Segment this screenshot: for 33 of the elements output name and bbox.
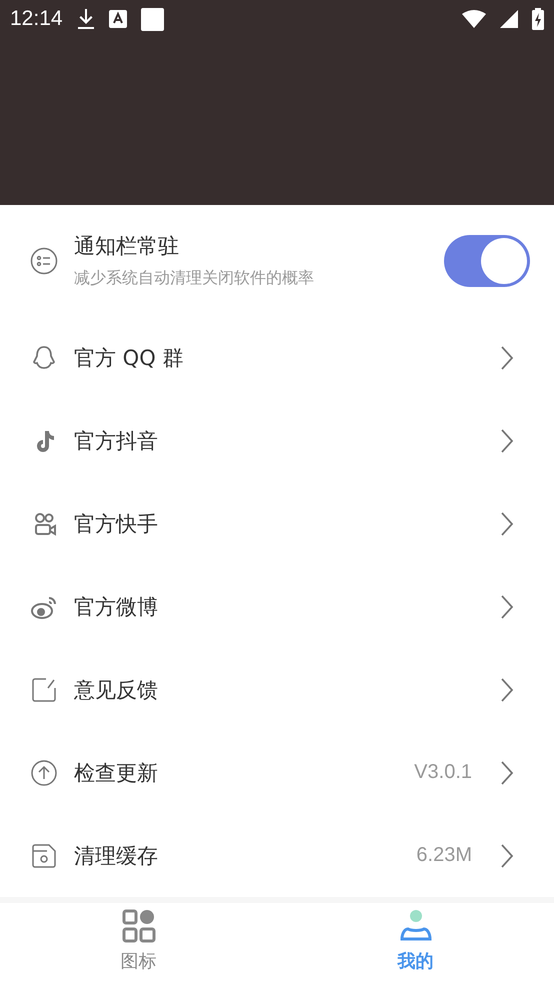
chevron-right-icon xyxy=(500,428,514,454)
menu-value: 6.23M xyxy=(416,844,472,868)
menu-item[interactable]: 意见反馈 xyxy=(74,676,484,704)
storage-icon xyxy=(30,842,58,870)
menu-item[interactable]: 官方 QQ 群 xyxy=(74,344,484,372)
list-icon xyxy=(30,246,58,275)
penguin-icon xyxy=(30,344,58,372)
download-icon xyxy=(76,8,95,30)
signal-icon xyxy=(500,10,518,28)
nav-tab[interactable]: 图标 xyxy=(0,903,277,984)
wifi-icon xyxy=(462,10,486,28)
menu-item[interactable]: 检查更新 xyxy=(74,758,398,787)
upload-icon xyxy=(30,758,58,787)
chevron-right-icon xyxy=(500,760,514,786)
edit-icon xyxy=(30,676,58,704)
grid-icon xyxy=(122,909,156,944)
chevron-right-icon xyxy=(500,594,514,620)
setting-description: 减少系统自动清理关闭软件的概率 xyxy=(74,268,315,290)
setting-title: 通知栏常驻 xyxy=(74,233,180,260)
chevron-right-icon xyxy=(500,510,514,537)
chevron-right-icon xyxy=(500,676,514,703)
keyboard-icon xyxy=(108,10,127,28)
status-time: 12:14 xyxy=(10,7,63,31)
menu-item[interactable]: 官方快手 xyxy=(74,510,484,538)
chevron-right-icon xyxy=(500,344,514,371)
battery-icon xyxy=(532,8,544,30)
user-icon xyxy=(398,909,432,944)
menu-value: V3.0.1 xyxy=(414,761,472,784)
menu-item[interactable]: 官方微博 xyxy=(74,592,484,621)
chevron-right-icon xyxy=(500,842,514,869)
square-icon xyxy=(140,8,164,30)
menu-item[interactable]: 清理缓存 xyxy=(74,842,400,870)
menu-item[interactable]: 官方抖音 xyxy=(74,426,484,455)
